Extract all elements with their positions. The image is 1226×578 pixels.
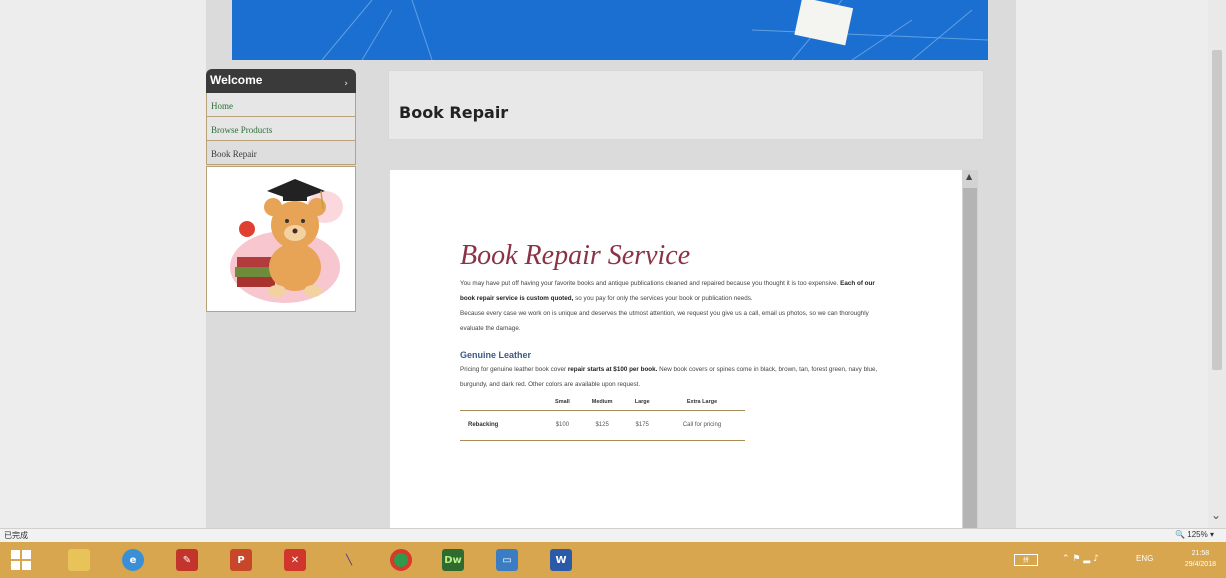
leather-paragraph: Pricing for genuine leather book cover r… — [460, 362, 890, 392]
table-cell: $175 — [625, 409, 659, 441]
folder-icon — [68, 549, 90, 571]
sidebar-item-browse-products[interactable]: Browse Products — [206, 117, 356, 141]
header-banner — [232, 0, 988, 60]
intro-paragraph: You may have put off having your favorit… — [460, 276, 890, 306]
language-indicator[interactable]: ENG — [1136, 554, 1153, 563]
status-text: 已完成 — [4, 531, 28, 540]
table-cell: $125 — [578, 409, 626, 441]
pen-app-button[interactable]: ╲ — [328, 545, 370, 575]
file-explorer-button[interactable] — [58, 545, 100, 575]
zoom-value: 125% — [1187, 530, 1208, 539]
document-heading: Book Repair Service — [460, 240, 691, 271]
scroll-down-icon[interactable]: ⌄ — [1211, 508, 1221, 522]
price-table-header — [460, 394, 546, 410]
leather-text-bold: repair starts at $100 per book. — [567, 366, 658, 373]
system-tray: 拼 ⌃ ⚑ ▂ ♪ ENG 21:58 29/4/2018 — [976, 542, 1226, 578]
powerpoint-icon: P — [230, 549, 252, 571]
tray-icons[interactable]: ⌃ ⚑ ▂ ♪ — [1062, 554, 1099, 564]
leather-text-1: Pricing for genuine leather book cover — [460, 366, 567, 373]
clock-date: 29/4/2018 — [1184, 561, 1216, 568]
windows-taskbar: e ✎ P ✕ ╲ Dw ▭ W 拼 ⌃ ⚑ ▂ ♪ ENG 21:58 29/… — [0, 542, 1226, 578]
clock[interactable]: 21:58 29/4/2018 — [1185, 548, 1216, 570]
page-title: Book Repair — [399, 103, 509, 122]
dreamweaver-button[interactable]: Dw — [432, 545, 474, 575]
chrome-button[interactable] — [380, 545, 422, 575]
document-body: Book Repair Service You may have put off… — [460, 240, 890, 441]
sidebar-welcome-label: Welcome — [210, 73, 263, 87]
windows-start-button[interactable] — [0, 545, 42, 575]
table-cell: $100 — [545, 409, 579, 441]
page-scroll-thumb[interactable] — [1212, 50, 1222, 370]
browser-statusbar: 已完成 🔍 125% ▾ — [0, 528, 1226, 542]
section-title-genuine-leather: Genuine Leather — [460, 350, 532, 360]
table-cell: Call for pricing — [658, 409, 745, 441]
internet-explorer-button[interactable]: e — [112, 545, 154, 575]
intro-text-2: so you pay for only the services your bo… — [575, 295, 753, 302]
word-icon: W — [550, 549, 572, 571]
sidebar-nav: Home Browse Products Book Repair — [206, 93, 356, 165]
pen-icon: ╲ — [345, 554, 353, 566]
dreamweaver-icon: Dw — [442, 549, 464, 571]
table-row: Rebacking $100 $125 $175 Call for pricin… — [460, 409, 745, 441]
zoom-level[interactable]: 🔍 125% ▾ — [1175, 530, 1214, 539]
content-scroll-thumb[interactable] — [963, 188, 977, 528]
remote-desktop-button[interactable]: ▭ — [486, 545, 528, 575]
intro-text-1: You may have put off having your favorit… — [460, 280, 839, 287]
monitor-icon: ▭ — [496, 549, 518, 571]
price-table-header: Extra Large — [686, 398, 718, 405]
sidebar-item-book-repair[interactable]: Book Repair — [206, 141, 356, 165]
zoom-icon: 🔍 — [1175, 530, 1186, 539]
sidebar-item-home[interactable]: Home — [206, 93, 356, 117]
content-frame: Book Repair Service You may have put off… — [390, 170, 978, 528]
price-table-header: Small — [555, 398, 570, 405]
intro-paragraph-2: Because every case we work on is unique … — [460, 310, 869, 332]
teddy-bear-graduate-image — [206, 166, 356, 312]
chrome-icon — [390, 549, 412, 571]
windows-logo-icon — [11, 550, 31, 570]
price-table: Small Medium Large Extra Large Rebacking… — [460, 394, 745, 441]
sidebar-welcome-header: Welcome › — [206, 69, 356, 93]
browser-viewport: Welcome › Home Browse Products Book Repa… — [0, 0, 1226, 528]
table-cell: Rebacking — [460, 409, 546, 441]
content-scrollbar[interactable]: ▲ — [962, 170, 978, 528]
word-button[interactable]: W — [540, 545, 582, 575]
xmind-button[interactable]: ✕ — [274, 545, 316, 575]
powerpoint-button[interactable]: P — [220, 545, 262, 575]
page-scrollbar[interactable]: ⌄ — [1208, 0, 1226, 528]
chevron-right-icon: › — [344, 79, 348, 89]
paint-app-button[interactable]: ✎ — [166, 545, 208, 575]
scroll-up-icon[interactable]: ▲ — [966, 172, 972, 181]
price-table-header-row: Small Medium Large Extra Large — [460, 394, 745, 410]
keyboard-icon[interactable]: 拼 — [1014, 554, 1038, 566]
price-table-header: Large — [634, 398, 650, 405]
ie-icon: e — [122, 549, 144, 571]
xmind-icon: ✕ — [284, 549, 306, 571]
paint-icon: ✎ — [176, 549, 198, 571]
clock-time: 21:58 — [1191, 550, 1210, 557]
page-title-box: Book Repair — [388, 70, 984, 140]
price-table-header: Medium — [591, 398, 613, 405]
